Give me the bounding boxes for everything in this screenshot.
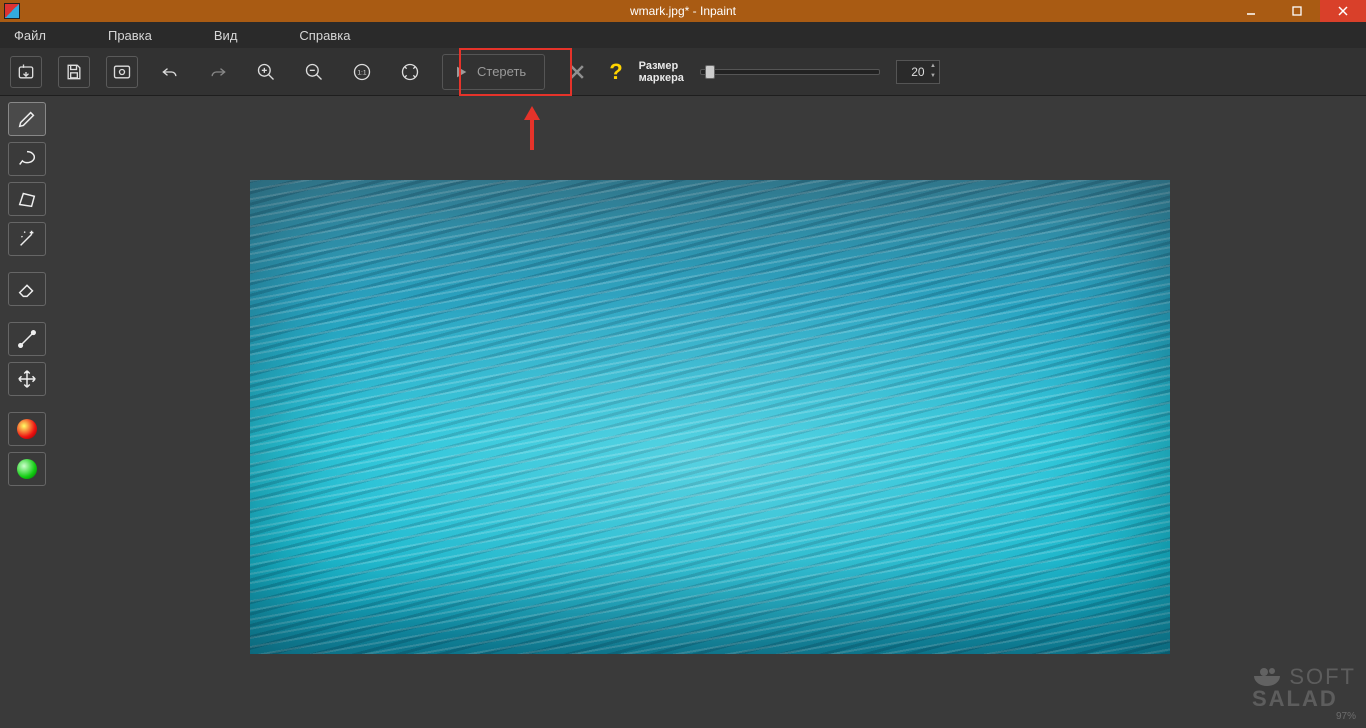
close-button[interactable]	[1320, 0, 1366, 22]
marker-size-label: Размер маркера	[639, 60, 684, 84]
donor-red-marker[interactable]	[8, 412, 46, 446]
green-dot-icon	[17, 459, 37, 479]
watermark-percent: 97%	[1252, 712, 1356, 722]
menu-edit[interactable]: Правка	[102, 26, 158, 45]
magic-wand-tool[interactable]	[8, 222, 46, 256]
window-controls	[1228, 0, 1366, 22]
erase-label: Стереть	[477, 64, 526, 79]
watermark: SOFT SALAD 97%	[1252, 664, 1356, 722]
eraser-tool[interactable]	[8, 272, 46, 306]
app-icon	[4, 3, 20, 19]
lasso-tool[interactable]	[8, 142, 46, 176]
canvas-viewport[interactable]	[54, 96, 1366, 728]
marker-tool[interactable]	[8, 102, 46, 136]
line-tool[interactable]	[8, 322, 46, 356]
cancel-button[interactable]	[561, 56, 593, 88]
titlebar: wmark.jpg* - Inpaint	[0, 0, 1366, 22]
undo-button[interactable]	[154, 56, 186, 88]
donor-green-marker[interactable]	[8, 452, 46, 486]
minimize-button[interactable]	[1228, 0, 1274, 22]
watermark-line2: SALAD	[1252, 686, 1338, 711]
zoom-actual-button[interactable]: 1:1	[346, 56, 378, 88]
marker-size-slider[interactable]	[700, 69, 880, 75]
zoom-in-button[interactable]	[250, 56, 282, 88]
toolbar: 1:1 Стереть ? Размер маркера 20 ▲ ▼	[0, 48, 1366, 96]
maximize-button[interactable]	[1274, 0, 1320, 22]
red-dot-icon	[17, 419, 37, 439]
zoom-fit-button[interactable]	[394, 56, 426, 88]
main-area	[0, 96, 1366, 728]
help-icon[interactable]: ?	[609, 59, 622, 85]
erase-button[interactable]: Стереть	[442, 54, 545, 90]
image-canvas[interactable]	[250, 180, 1170, 654]
marker-size-input[interactable]: 20 ▲ ▼	[896, 60, 940, 84]
move-tool[interactable]	[8, 362, 46, 396]
menu-view[interactable]: Вид	[208, 26, 244, 45]
marker-size-value: 20	[911, 65, 924, 79]
polygon-tool[interactable]	[8, 182, 46, 216]
slider-thumb[interactable]	[705, 65, 715, 79]
svg-text:1:1: 1:1	[357, 69, 367, 76]
menu-help[interactable]: Справка	[293, 26, 356, 45]
open-button[interactable]	[10, 56, 42, 88]
window-title: wmark.jpg* - Inpaint	[0, 4, 1366, 18]
watermark-bowl-icon	[1252, 664, 1282, 688]
menu-file[interactable]: Файл	[8, 26, 52, 45]
marker-size-spinner[interactable]: ▲ ▼	[928, 62, 938, 82]
spinner-up-icon[interactable]: ▲	[928, 62, 938, 72]
screenshot-button[interactable]	[106, 56, 138, 88]
spinner-down-icon[interactable]: ▼	[928, 72, 938, 82]
save-button[interactable]	[58, 56, 90, 88]
redo-button[interactable]	[202, 56, 234, 88]
tool-sidebar	[0, 96, 54, 728]
zoom-out-button[interactable]	[298, 56, 330, 88]
menubar: Файл Правка Вид Справка	[0, 22, 1366, 48]
